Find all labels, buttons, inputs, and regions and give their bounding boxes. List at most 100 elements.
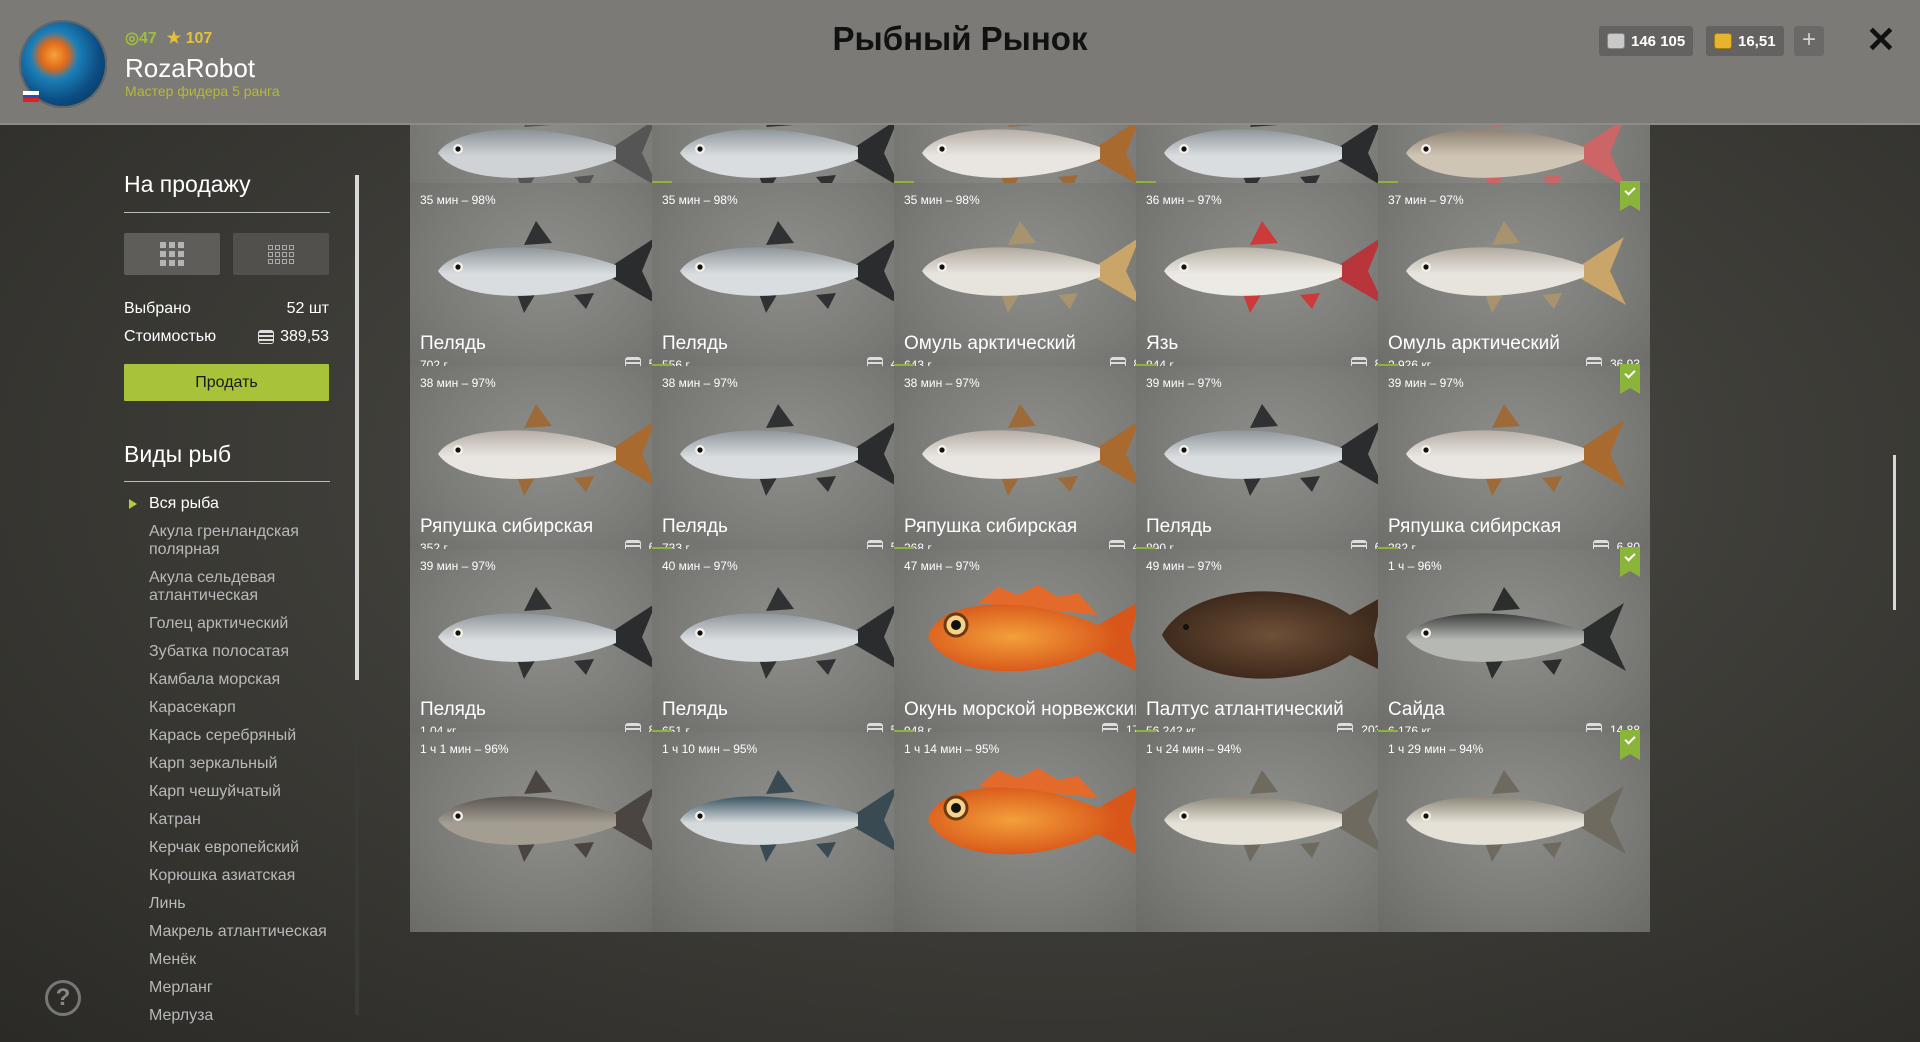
fish-card[interactable]: 1 ч 14 мин – 95% xyxy=(894,730,1166,932)
catch-time: 40 мин – 97% xyxy=(662,559,738,573)
for-sale-heading: На продажу xyxy=(124,171,251,197)
fish-name: Пелядь xyxy=(662,516,728,537)
fish-species-heading: Виды рыб xyxy=(124,441,232,467)
redfish-icon xyxy=(928,585,1140,673)
add-gold-button[interactable]: + xyxy=(1794,26,1824,56)
pollock-fish-icon xyxy=(1406,587,1626,679)
species-item[interactable]: Мерлуза xyxy=(149,1007,329,1025)
fish-card[interactable]: 1 ч 24 мин – 94% xyxy=(1136,730,1408,932)
sell-button[interactable]: Продать xyxy=(124,364,329,401)
fish-card[interactable]: 40 мин – 97%Пелядь651 г5,02 xyxy=(652,547,924,749)
fish-card[interactable]: 39 мин – 97%Ряпушка сибирская382 г6,80 xyxy=(1378,364,1650,566)
fish-card[interactable]: 1 ч 29 мин – 94% xyxy=(1378,730,1650,932)
catch-time: 1 ч 10 мин – 95% xyxy=(662,742,758,756)
species-item[interactable]: Карп чешуйчатый xyxy=(149,783,329,801)
fish-card[interactable]: 1 ч 1 мин – 96% xyxy=(410,730,682,932)
fish-card[interactable]: 38 мин – 97%Ряпушка сибирская268 г4,77 xyxy=(894,364,1166,566)
ide-fish-icon xyxy=(1164,221,1384,313)
catch-time: 38 мин – 97% xyxy=(420,376,496,390)
fish-name: Ряпушка сибирская xyxy=(1388,516,1562,537)
fish-name: Пелядь xyxy=(420,333,486,354)
catch-time: 1 ч 29 мин – 94% xyxy=(1388,742,1484,756)
selected-check-icon[interactable] xyxy=(1620,547,1640,577)
catch-time: 35 мин – 98% xyxy=(420,193,496,207)
catch-time: 38 мин – 97% xyxy=(662,376,738,390)
close-button[interactable]: ✕ xyxy=(1863,20,1899,60)
cisco-fish-icon xyxy=(438,404,658,496)
species-item[interactable]: Камбала морская xyxy=(149,671,329,689)
fish-card[interactable]: 49 мин – 97% Палтус атлантический 56,242 к… xyxy=(1136,547,1408,749)
species-item[interactable]: Менёк xyxy=(149,951,329,969)
sidebar-scrollbar-thumb[interactable] xyxy=(355,175,359,680)
cod-fish-icon xyxy=(1164,770,1384,862)
fish-grid: Корюшка азиатская96 г4,90 Пелядь457 г0,1… xyxy=(410,125,1870,1042)
selected-check-icon[interactable] xyxy=(1620,364,1640,394)
fish-card[interactable]: 37 мин – 97%Омуль арктический2,926 кг36,… xyxy=(1378,181,1650,383)
small-grid-view-button[interactable] xyxy=(233,233,329,275)
catch-time: 36 мин – 97% xyxy=(1146,193,1222,207)
species-item[interactable]: Акула сельдевая атлантическая xyxy=(149,569,329,605)
grid-large-icon xyxy=(160,242,184,266)
whitefish-fish-icon xyxy=(438,221,658,313)
divider xyxy=(124,212,330,213)
fish-card[interactable]: 47 мин – 97% Окунь морской норвежский 948 … xyxy=(894,547,1166,749)
catch-time: 1 ч 14 мин – 95% xyxy=(904,742,1000,756)
selected-check-icon[interactable] xyxy=(1620,730,1640,760)
species-item[interactable]: Акула гренландская полярная xyxy=(149,523,329,559)
catch-time: 35 мин – 98% xyxy=(662,193,738,207)
halibut-icon xyxy=(1162,591,1382,679)
species-item[interactable]: Корюшка азиатская xyxy=(149,867,329,885)
species-item[interactable]: Голец арктический xyxy=(149,615,329,633)
species-item[interactable]: Макрель атлантическая xyxy=(149,923,329,941)
redfish-icon xyxy=(928,768,1140,856)
fish-name: Пелядь xyxy=(662,699,728,720)
fish-card[interactable]: 36 мин – 97%Язь844 г8,13 xyxy=(1136,181,1408,383)
cisco-fish-icon xyxy=(1406,404,1626,496)
species-item[interactable]: Мерланг xyxy=(149,979,329,997)
cost-label: Стоимостью xyxy=(124,328,217,345)
catch-time: 1 ч 24 мин – 94% xyxy=(1146,742,1242,756)
fish-name: Пелядь xyxy=(420,699,486,720)
omul-fish-icon xyxy=(922,221,1142,313)
fish-name: Ряпушка сибирская xyxy=(904,516,1078,537)
species-item-all[interactable]: Вся рыба xyxy=(129,495,329,513)
catch-time: 49 мин – 97% xyxy=(1146,559,1222,573)
fish-name: Пелядь xyxy=(1146,516,1212,537)
grid-small-icon xyxy=(268,244,294,264)
species-item[interactable]: Карасекарп xyxy=(149,699,329,717)
divider xyxy=(124,481,330,482)
fish-name: Язь xyxy=(1146,333,1179,354)
fish-card[interactable]: 39 мин – 97%Пелядь890 г6,86 xyxy=(1136,364,1408,566)
species-item[interactable]: Линь xyxy=(149,895,329,913)
catch-time: 37 мин – 97% xyxy=(1388,193,1464,207)
catch-time: 39 мин – 97% xyxy=(1388,376,1464,390)
fish-card[interactable]: 35 мин – 98%Омуль арктический643 г8,11 xyxy=(894,181,1166,383)
fish-card[interactable]: 35 мин – 98%Пелядь702 г5,41 xyxy=(410,181,682,383)
grid-scrollbar-thumb[interactable] xyxy=(1893,455,1896,610)
fish-card[interactable]: 1 ч – 96%Сайда6,176 кг14,88 xyxy=(1378,547,1650,749)
fish-card[interactable]: 35 мин – 98%Пелядь556 г4,28 xyxy=(652,181,924,383)
player-rank: Мастер фидера 5 ранга xyxy=(125,83,280,99)
large-grid-view-button[interactable] xyxy=(124,233,220,275)
fish-card[interactable]: 1 ч 10 мин – 95% xyxy=(652,730,924,932)
fish-card[interactable]: 38 мин – 97%Ряпушка сибирская352 г6,26 xyxy=(410,364,682,566)
fish-name: Омуль арктический xyxy=(904,333,1076,354)
catch-time: 35 мин – 98% xyxy=(904,193,980,207)
selected-check-icon[interactable] xyxy=(1620,181,1640,211)
fish-name: Омуль арктический xyxy=(1388,333,1560,354)
species-item[interactable]: Керчак европейский xyxy=(149,839,329,857)
species-item[interactable]: Карась серебряный xyxy=(149,727,329,745)
species-item[interactable]: Катран xyxy=(149,811,329,829)
catch-time: 39 мин – 97% xyxy=(1146,376,1222,390)
fish-card[interactable]: 38 мин – 97%Пелядь733 г5,65 xyxy=(652,364,924,566)
whitefish-fish-icon xyxy=(680,221,900,313)
omul-fish-icon xyxy=(1406,221,1626,313)
selected-label: Выбрано xyxy=(124,300,191,317)
species-item[interactable]: Зубатка полосатая xyxy=(149,643,329,661)
fish-card[interactable]: 39 мин – 97%Пелядь1,04 кг8,02 xyxy=(410,547,682,749)
species-item[interactable]: Карп зеркальный xyxy=(149,755,329,773)
whitefish-fish-icon xyxy=(438,587,658,679)
top-bar: ◎47 ★ 107 RozaRobot Мастер фидера 5 ранг… xyxy=(0,0,1920,125)
selected-count: 52 шт xyxy=(286,300,329,317)
help-button[interactable]: ? xyxy=(45,980,81,1016)
